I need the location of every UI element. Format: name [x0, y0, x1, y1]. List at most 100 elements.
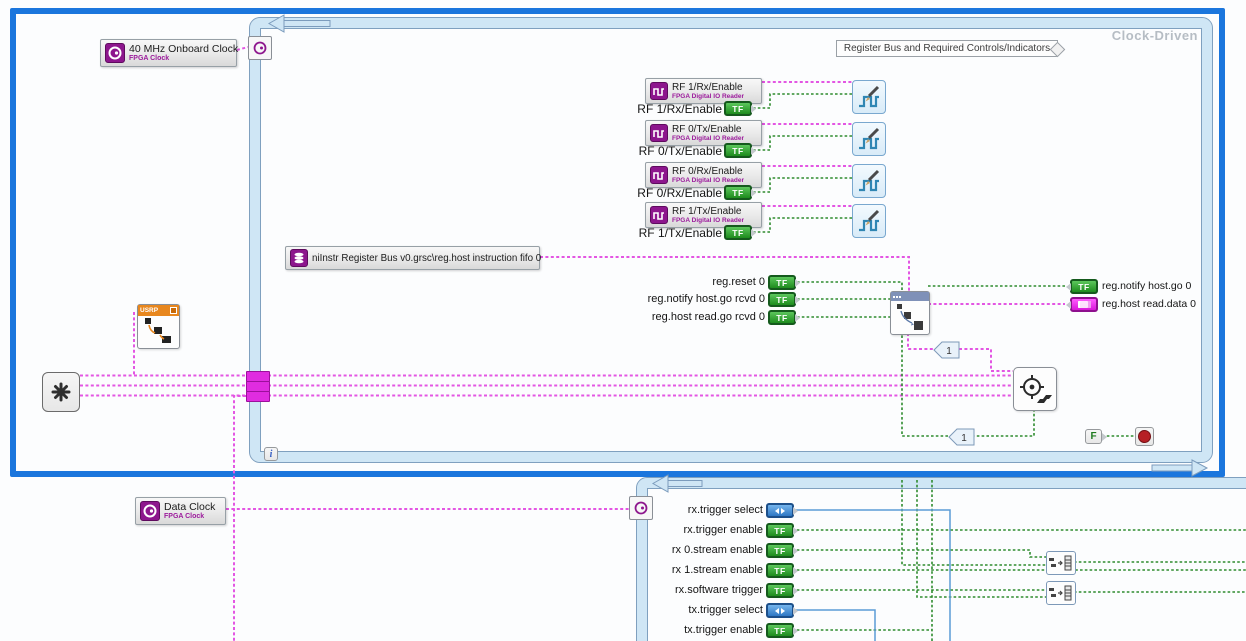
register-bus-text: niInstr Register Bus v0.grsc\reg.host in…: [312, 253, 541, 264]
stream-control-label: rx.software trigger: [675, 583, 763, 597]
stop-icon: [1138, 430, 1151, 443]
digital-waveform-icon: [650, 124, 668, 142]
digital-write-node[interactable]: [852, 122, 886, 156]
data-clock-subtitle: FPGA Clock: [164, 513, 215, 521]
tf-control-badge[interactable]: TF: [724, 101, 752, 116]
tf-control-badge[interactable]: TF: [724, 143, 752, 158]
tf-control-badge[interactable]: TF: [766, 623, 794, 638]
enum-arrows-icon: [775, 508, 779, 514]
data-transfer-icon: [891, 301, 927, 332]
annotation-text: Register Bus and Required Controls/Indic…: [844, 43, 1050, 54]
fpga-clock-icon: [140, 501, 160, 521]
loop1-clock-node[interactable]: [248, 36, 272, 60]
io-reader-title: RF 0/Tx/Enable: [672, 124, 744, 135]
register-bus-icon: [290, 249, 308, 267]
digital-write-node[interactable]: [852, 164, 886, 198]
feedback-node-1[interactable]: 1: [933, 341, 960, 359]
loop2-clock-node[interactable]: [629, 496, 653, 520]
build-array-node[interactable]: [1046, 551, 1076, 575]
crosshair-icon: [1017, 371, 1053, 407]
io-reader-subtitle: FPGA Digital IO Reader: [672, 177, 744, 185]
register-access-node[interactable]: [1013, 367, 1057, 411]
false-constant[interactable]: F: [1085, 429, 1102, 444]
stream-control-label: rx.trigger enable: [684, 523, 764, 537]
io-reader-subtitle: FPGA Digital IO Reader: [672, 135, 744, 143]
enum-arrows-icon: [781, 508, 785, 514]
clock-ring-icon: [633, 500, 649, 516]
tf-text: TF: [732, 146, 743, 156]
reg-control-label: reg.notify host.go rcvd 0: [648, 292, 765, 306]
pencil-wave-icon: [855, 125, 883, 153]
tf-text: TF: [774, 566, 785, 576]
digital-waveform-icon: [650, 206, 668, 224]
digital-write-node[interactable]: [852, 204, 886, 238]
digital-waveform-icon: [650, 166, 668, 184]
tf-text: TF: [774, 626, 785, 636]
reg-indicator-label: reg.host read.data 0: [1102, 297, 1196, 311]
reg-control-label: reg.host read.go rcvd 0: [652, 310, 765, 324]
tf-control-badge[interactable]: TF: [724, 225, 752, 240]
terminal-label: RF 1/Rx/Enable: [637, 102, 722, 117]
io-reader-title: RF 1/Rx/Enable: [672, 82, 744, 93]
reg-control-label: reg.reset 0: [712, 275, 765, 289]
tf-text: TF: [776, 278, 787, 288]
tf-text: TF: [732, 104, 743, 114]
enum-arrows-icon: [781, 608, 785, 614]
tf-text: TF: [732, 228, 743, 238]
enum-arrows-icon: [775, 608, 779, 614]
tf-control-badge[interactable]: TF: [768, 292, 796, 307]
tf-text: TF: [732, 188, 743, 198]
reg-indicator-label: reg.notify host.go 0: [1102, 279, 1191, 293]
clock-driven-label: Clock-Driven: [1112, 28, 1198, 43]
tf-text: TF: [774, 526, 785, 536]
tf-indicator-badge[interactable]: TF: [1070, 279, 1098, 294]
usrp-transfer-icon: [138, 316, 177, 346]
stream-control-label: rx 1.stream enable: [672, 563, 763, 577]
iteration-terminal[interactable]: i: [264, 447, 278, 461]
tf-control-badge[interactable]: TF: [768, 275, 796, 290]
tf-text: TF: [1078, 282, 1089, 292]
register-bus-subvi[interactable]: [890, 291, 930, 335]
subvi-titlebar-icon: [891, 292, 929, 301]
stream-control-label: rx 0.stream enable: [672, 543, 763, 557]
onboard-clock-constant[interactable]: 40 MHz Onboard Clock FPGA Clock: [100, 39, 237, 67]
onboard-clock-title: 40 MHz Onboard Clock: [129, 44, 238, 55]
tf-control-badge[interactable]: TF: [768, 310, 796, 325]
usrp-subvi[interactable]: USRP: [137, 304, 180, 349]
digital-write-node[interactable]: [852, 80, 886, 114]
stream-control-label: rx.trigger select: [688, 503, 763, 517]
select-control-badge[interactable]: [766, 503, 794, 518]
usrp-square-icon: [170, 307, 177, 314]
tf-text: TF: [776, 295, 787, 305]
terminal-label: RF 1/Tx/Enable: [639, 226, 722, 241]
digital-waveform-icon: [650, 82, 668, 100]
data-clock-constant[interactable]: Data Clock FPGA Clock: [135, 497, 226, 525]
block-diagram-canvas: Clock-Driven Register Bus and Required C…: [0, 0, 1246, 641]
stream-control-label: tx.trigger select: [688, 603, 763, 617]
tf-control-badge[interactable]: TF: [766, 543, 794, 558]
read-data-indicator-badge[interactable]: [1070, 297, 1098, 312]
data-clock-title: Data Clock: [164, 502, 215, 513]
iteration-text: i: [270, 449, 273, 460]
clock-ring-icon: [252, 40, 268, 56]
select-control-badge[interactable]: [766, 603, 794, 618]
tf-control-badge[interactable]: TF: [724, 185, 752, 200]
loop-tunnel[interactable]: [246, 391, 270, 402]
pencil-wave-icon: [855, 167, 883, 195]
tf-control-badge[interactable]: TF: [766, 563, 794, 578]
tf-text: TF: [774, 546, 785, 556]
onboard-clock-subtitle: FPGA Clock: [129, 55, 238, 63]
feedback-node-2[interactable]: 1: [948, 428, 975, 446]
false-text: F: [1090, 431, 1096, 442]
loop-stop-terminal[interactable]: [1135, 427, 1154, 446]
asterisk-icon: [46, 377, 76, 407]
build-array-node[interactable]: [1046, 581, 1076, 605]
terminal-label: RF 0/Tx/Enable: [639, 144, 722, 159]
tf-text: TF: [774, 586, 785, 596]
register-bus-constant[interactable]: niInstr Register Bus v0.grsc\reg.host in…: [285, 246, 540, 270]
build-array-icon: [1048, 554, 1074, 572]
tf-control-badge[interactable]: TF: [766, 583, 794, 598]
sgl-node[interactable]: [42, 372, 80, 412]
tf-control-badge[interactable]: TF: [766, 523, 794, 538]
usrp-label: USRP: [140, 307, 158, 315]
